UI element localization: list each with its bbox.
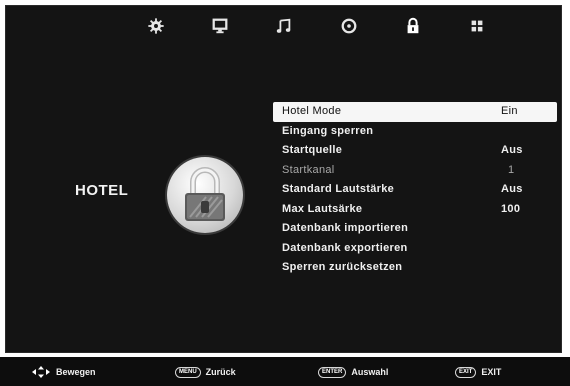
osd-panel: HOTEL Hotel Mode Ein Eingang sperren Sta… (5, 5, 562, 353)
menu-item-datenbank-importieren[interactable]: Datenbank importieren (273, 219, 557, 239)
footer-back-label: Zurück (205, 367, 236, 377)
menu-item-startquelle[interactable]: Startquelle Aus (273, 141, 557, 161)
menu-item-label: Datenbank importieren (282, 222, 409, 234)
footer-select-label: Auswahl (351, 367, 389, 377)
footer-move-hint: Bewegen (32, 366, 96, 378)
menu-item-sperren-zuruecksetzen[interactable]: Sperren zurücksetzen (273, 258, 557, 278)
hotel-menu: Hotel Mode Ein Eingang sperren Startquel… (273, 102, 557, 278)
menu-item-value: Aus (501, 144, 523, 156)
music-note-icon[interactable] (273, 15, 295, 37)
grid-icon[interactable] (466, 15, 488, 37)
menu-item-label: Eingang sperren (282, 124, 374, 137)
menu-item-label: Standard Lautstärke (282, 183, 395, 195)
section-title: HOTEL (75, 182, 129, 199)
footer-hint-bar: Bewegen MENU Zurück ENTER Auswahl EXIT E… (0, 357, 570, 386)
menu-item-value: 1 (508, 163, 515, 176)
clock-icon[interactable] (338, 15, 360, 37)
footer-select-hint: ENTER Auswahl (318, 366, 388, 378)
menu-item-eingang-sperren[interactable]: Eingang sperren (273, 122, 557, 142)
gear-icon[interactable] (145, 15, 167, 37)
footer-exit-hint: EXIT EXIT (455, 366, 501, 378)
menu-item-startkanal: Startkanal 1 (273, 161, 557, 181)
menu-item-standard-lautstaerke[interactable]: Standard Lautstärke Aus (273, 180, 557, 200)
menu-item-datenbank-exportieren[interactable]: Datenbank exportieren (273, 239, 557, 259)
lock-icon[interactable] (402, 15, 424, 37)
enter-key-icon: ENTER (318, 366, 347, 378)
menu-item-label: Max Lautsärke (282, 202, 363, 215)
monitor-icon[interactable] (209, 15, 231, 37)
menu-item-label: Startkanal (282, 163, 335, 176)
menu-item-value: Aus (501, 183, 523, 195)
exit-key-icon: EXIT (455, 366, 477, 378)
menu-item-value: 100 (501, 202, 521, 215)
menu-item-label: Hotel Mode (282, 105, 342, 117)
footer-move-label: Bewegen (56, 367, 96, 377)
padlock-icon (167, 157, 243, 233)
menu-item-value: Ein (501, 105, 518, 117)
menu-item-hotel-mode[interactable]: Hotel Mode Ein (273, 102, 557, 122)
tv-osd-screen: HOTEL Hotel Mode Ein Eingang sperren Sta… (0, 0, 570, 386)
menu-item-max-lautsaerke[interactable]: Max Lautsärke 100 (273, 200, 557, 220)
footer-exit-label: EXIT (481, 367, 502, 377)
direction-arrows-icon (32, 366, 50, 378)
menu-item-label: Sperren zurücksetzen (282, 261, 403, 273)
top-menu-icons (145, 15, 505, 41)
footer-back-hint: MENU Zurück (175, 366, 236, 378)
menu-item-label: Datenbank exportieren (282, 241, 408, 254)
menu-item-label: Startquelle (282, 144, 343, 156)
menu-key-icon: MENU (175, 366, 201, 378)
